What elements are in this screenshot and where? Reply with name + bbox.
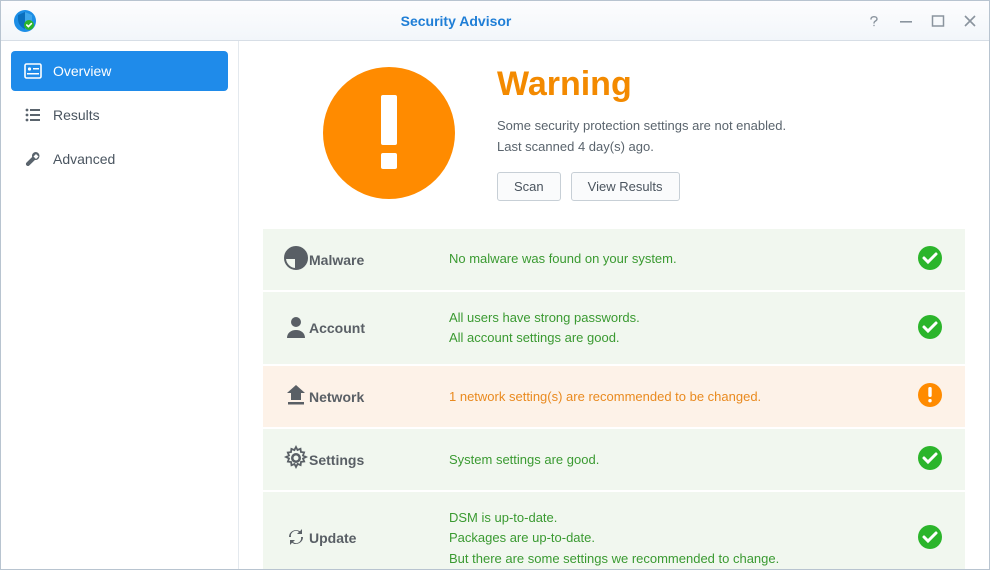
status-ok-icon: [917, 445, 945, 474]
status-heading: Warning: [497, 65, 786, 104]
category-account[interactable]: Account All users have strong passwords.…: [263, 292, 965, 366]
window-controls: [867, 14, 977, 28]
category-message: System settings are good.: [449, 450, 917, 470]
warning-status-icon: [321, 65, 457, 201]
main-panel: Warning Some security protection setting…: [239, 41, 989, 569]
status-line1: Some security protection settings are no…: [497, 116, 786, 137]
category-label: Update: [309, 530, 449, 546]
account-icon: [283, 314, 309, 343]
category-message: DSM is up-to-date.Packages are up-to-dat…: [449, 508, 917, 568]
status-text: Warning Some security protection setting…: [497, 65, 786, 201]
status-ok-icon: [917, 245, 945, 274]
category-label: Account: [309, 320, 449, 336]
overview-icon: [23, 61, 43, 81]
category-message: 1 network setting(s) are recommended to …: [449, 387, 917, 407]
sidebar-item-advanced[interactable]: Advanced: [11, 139, 228, 179]
minimize-button[interactable]: [899, 14, 913, 28]
help-button[interactable]: [867, 14, 881, 28]
status-hero: Warning Some security protection setting…: [263, 65, 965, 201]
window-body: Overview Results Advanced Warning Some s…: [1, 41, 989, 569]
category-label: Malware: [309, 252, 449, 268]
maximize-button[interactable]: [931, 14, 945, 28]
sidebar-item-label: Advanced: [53, 151, 115, 167]
category-message: No malware was found on your system.: [449, 249, 917, 269]
category-label: Settings: [309, 452, 449, 468]
category-update[interactable]: Update DSM is up-to-date.Packages are up…: [263, 492, 965, 569]
category-label: Network: [309, 389, 449, 405]
status-line2: Last scanned 4 day(s) ago.: [497, 137, 786, 158]
malware-icon: [283, 245, 309, 274]
status-warn-icon: [917, 382, 945, 411]
category-message: All users have strong passwords.All acco…: [449, 308, 917, 348]
app-window: Security Advisor Overview Results Advanc…: [0, 0, 990, 570]
category-network[interactable]: Network 1 network setting(s) are recomme…: [263, 366, 965, 429]
view-results-button[interactable]: View Results: [571, 172, 680, 201]
settings-icon: [283, 445, 309, 474]
category-list: Malware No malware was found on your sys…: [263, 229, 965, 569]
update-icon: [283, 524, 309, 553]
close-button[interactable]: [963, 14, 977, 28]
status-ok-icon: [917, 524, 945, 553]
sidebar-item-results[interactable]: Results: [11, 95, 228, 135]
sidebar-item-overview[interactable]: Overview: [11, 51, 228, 91]
category-settings[interactable]: Settings System settings are good.: [263, 429, 965, 492]
status-ok-icon: [917, 314, 945, 343]
category-malware[interactable]: Malware No malware was found on your sys…: [263, 229, 965, 292]
sidebar-item-label: Results: [53, 107, 100, 123]
results-icon: [23, 105, 43, 125]
app-logo-icon: [13, 9, 37, 33]
window-title: Security Advisor: [45, 13, 867, 29]
hero-actions: Scan View Results: [497, 172, 786, 201]
advanced-icon: [23, 149, 43, 169]
scan-button[interactable]: Scan: [497, 172, 561, 201]
network-icon: [283, 382, 309, 411]
sidebar: Overview Results Advanced: [1, 41, 239, 569]
titlebar: Security Advisor: [1, 1, 989, 41]
sidebar-item-label: Overview: [53, 63, 111, 79]
